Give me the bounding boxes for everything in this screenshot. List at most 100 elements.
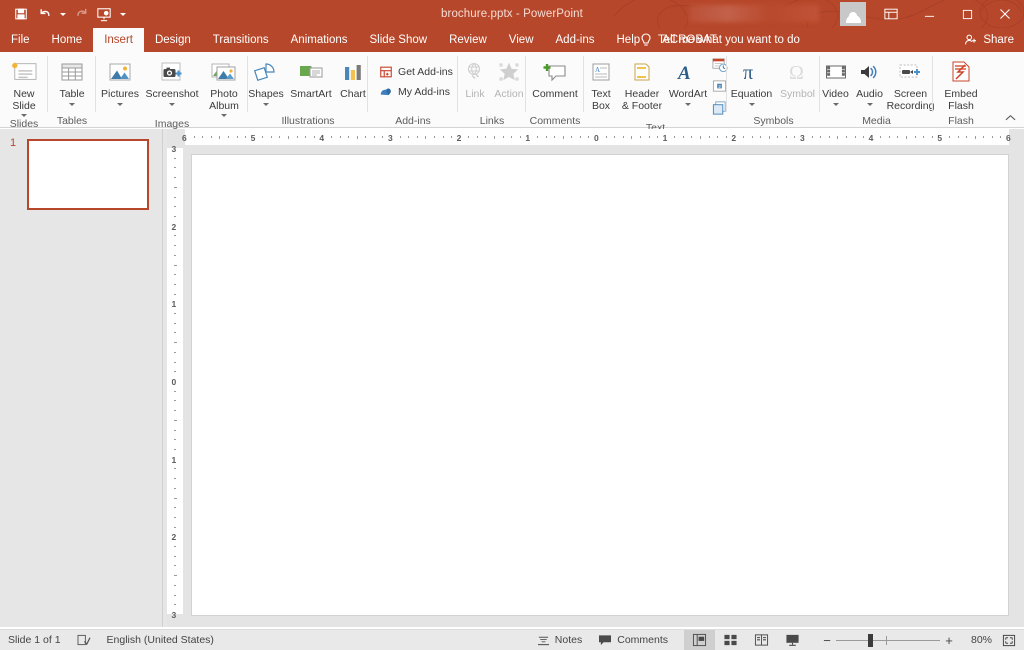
tab-animations[interactable]: Animations: [280, 28, 359, 52]
ruler-tick: [605, 136, 607, 138]
tab-insert[interactable]: Insert: [93, 28, 144, 52]
ruler-tick: [313, 136, 315, 138]
slide-canvas[interactable]: [192, 155, 1008, 615]
chevron-down-icon[interactable]: [169, 102, 175, 106]
ribbon-display-options-icon[interactable]: [876, 0, 906, 28]
tab-home[interactable]: Home: [41, 28, 94, 52]
chevron-down-icon[interactable]: [866, 102, 873, 106]
chevron-up-icon: [1005, 114, 1015, 121]
avatar[interactable]: [840, 2, 866, 26]
chevron-down-icon[interactable]: [69, 102, 75, 106]
screenshot-button[interactable]: Screenshot: [144, 55, 200, 106]
header-footer-button[interactable]: Header & Footer: [619, 55, 665, 112]
zoom-in-button[interactable]: +: [940, 633, 958, 648]
get-add-ins-button[interactable]: Get Add-ins: [377, 62, 455, 82]
slide-editor-area: 6 5 4 3 2 1 0 1 2 3 4 5 6 3 2 1 0 1 2 3: [167, 129, 1024, 627]
get-add-ins-label: Get Add-ins: [398, 66, 453, 78]
tab-label: Home: [51, 34, 83, 46]
comments-button[interactable]: Comments: [590, 630, 676, 650]
ruler-tick: [382, 136, 384, 138]
collapse-ribbon-button[interactable]: [1002, 111, 1018, 125]
ribbon-group-text: A Text Box Header & Footer A WordArt 2 T…: [583, 52, 728, 134]
table-label: Table: [59, 88, 85, 100]
chevron-down-icon[interactable]: [832, 102, 839, 106]
ruler-tick: [725, 136, 727, 138]
screen-recording-button[interactable]: Screen Recording: [887, 55, 935, 112]
fit-to-window-button[interactable]: [992, 630, 1024, 650]
my-add-ins-button[interactable]: My Add-ins: [377, 82, 457, 102]
wordart-label: WordArt: [668, 88, 708, 100]
chevron-down-icon[interactable]: [748, 102, 755, 106]
tab-view[interactable]: View: [498, 28, 545, 52]
tab-label: View: [508, 34, 534, 46]
ruler-tick: [174, 516, 176, 518]
text-box-button[interactable]: A Text Box: [583, 55, 619, 112]
slide-sorter-button[interactable]: [715, 630, 746, 650]
ruler-label: 6: [1006, 132, 1011, 143]
reading-view-button[interactable]: [746, 630, 777, 650]
vertical-ruler[interactable]: 3 2 1 0 1 2 3: [167, 144, 183, 620]
shapes-button[interactable]: Shapes: [244, 55, 288, 106]
tell-me-search[interactable]: Tell me what you want to do: [640, 28, 800, 52]
zoom-track[interactable]: [836, 630, 940, 650]
language-indicator[interactable]: English (United States): [99, 630, 222, 650]
chevron-down-icon[interactable]: [685, 102, 691, 106]
close-button[interactable]: [986, 0, 1024, 28]
ruler-tick: [173, 419, 177, 421]
tab-transitions[interactable]: Transitions: [202, 28, 280, 52]
tab-slide-show[interactable]: Slide Show: [359, 28, 439, 52]
table-button[interactable]: Table: [48, 55, 96, 106]
zoom-slider[interactable]: − +: [818, 630, 958, 650]
pictures-button[interactable]: Pictures: [96, 55, 144, 106]
svg-text:Ω: Ω: [789, 62, 804, 84]
chevron-down-icon[interactable]: [263, 102, 269, 106]
tab-file[interactable]: File: [0, 28, 41, 52]
video-button[interactable]: Video: [819, 55, 853, 106]
slide-show-button[interactable]: [777, 630, 808, 650]
comment-icon: [541, 57, 569, 87]
zoom-out-button[interactable]: −: [818, 633, 836, 648]
ruler-tick: [174, 604, 176, 606]
tab-review[interactable]: Review: [438, 28, 498, 52]
ribbon-group-tables: Table Tables: [48, 52, 96, 128]
account-name-redacted: [689, 5, 819, 22]
new-slide-button[interactable]: New Slide: [0, 55, 48, 117]
ruler-label: 3: [388, 132, 393, 143]
ruler-tick: [639, 136, 641, 138]
zoom-handle[interactable]: [868, 633, 873, 647]
svg-text:A: A: [677, 63, 691, 84]
new-slide-label: New Slide: [12, 88, 36, 112]
restore-button[interactable]: [948, 0, 986, 28]
window-buttons: [910, 0, 1024, 28]
ribbon-group-comments: Comment Comments: [526, 52, 584, 128]
equation-button[interactable]: π Equation: [728, 55, 776, 106]
embed-flash-button[interactable]: Embed Flash: [936, 55, 986, 112]
normal-view-button[interactable]: [684, 629, 715, 650]
svg-text:2: 2: [718, 84, 721, 89]
audio-button[interactable]: Audio: [853, 55, 887, 106]
photo-album-button[interactable]: Photo Album: [200, 55, 248, 117]
ruler-tick: [768, 135, 770, 139]
shapes-label: Shapes: [248, 88, 284, 100]
zoom-percentage[interactable]: 80%: [958, 634, 992, 646]
notes-button[interactable]: Notes: [529, 630, 590, 650]
ruler-tick: [305, 136, 307, 138]
header-footer-icon: [630, 57, 654, 87]
horizontal-ruler[interactable]: 6 5 4 3 2 1 0 1 2 3 4 5 6: [182, 129, 1011, 145]
comment-button[interactable]: Comment: [527, 55, 583, 101]
slide-thumbnail-1[interactable]: [27, 139, 149, 210]
smartart-button[interactable]: SmartArt: [288, 55, 334, 101]
tab-add-ins[interactable]: Add-ins: [545, 28, 606, 52]
share-button[interactable]: Share: [964, 28, 1014, 52]
wordart-button[interactable]: A WordArt: [665, 55, 711, 106]
tab-design[interactable]: Design: [144, 28, 202, 52]
ruler-tick: [236, 136, 238, 138]
ruler-tick: [648, 136, 650, 138]
ruler-tick: [579, 136, 581, 138]
slide-thumbnail-pane[interactable]: 1: [0, 129, 163, 627]
ruler-tick: [227, 136, 229, 138]
ruler-tick: [785, 136, 787, 138]
accessibility-checker-button[interactable]: [69, 630, 99, 650]
minimize-button[interactable]: [910, 0, 948, 28]
chevron-down-icon[interactable]: [117, 102, 123, 106]
